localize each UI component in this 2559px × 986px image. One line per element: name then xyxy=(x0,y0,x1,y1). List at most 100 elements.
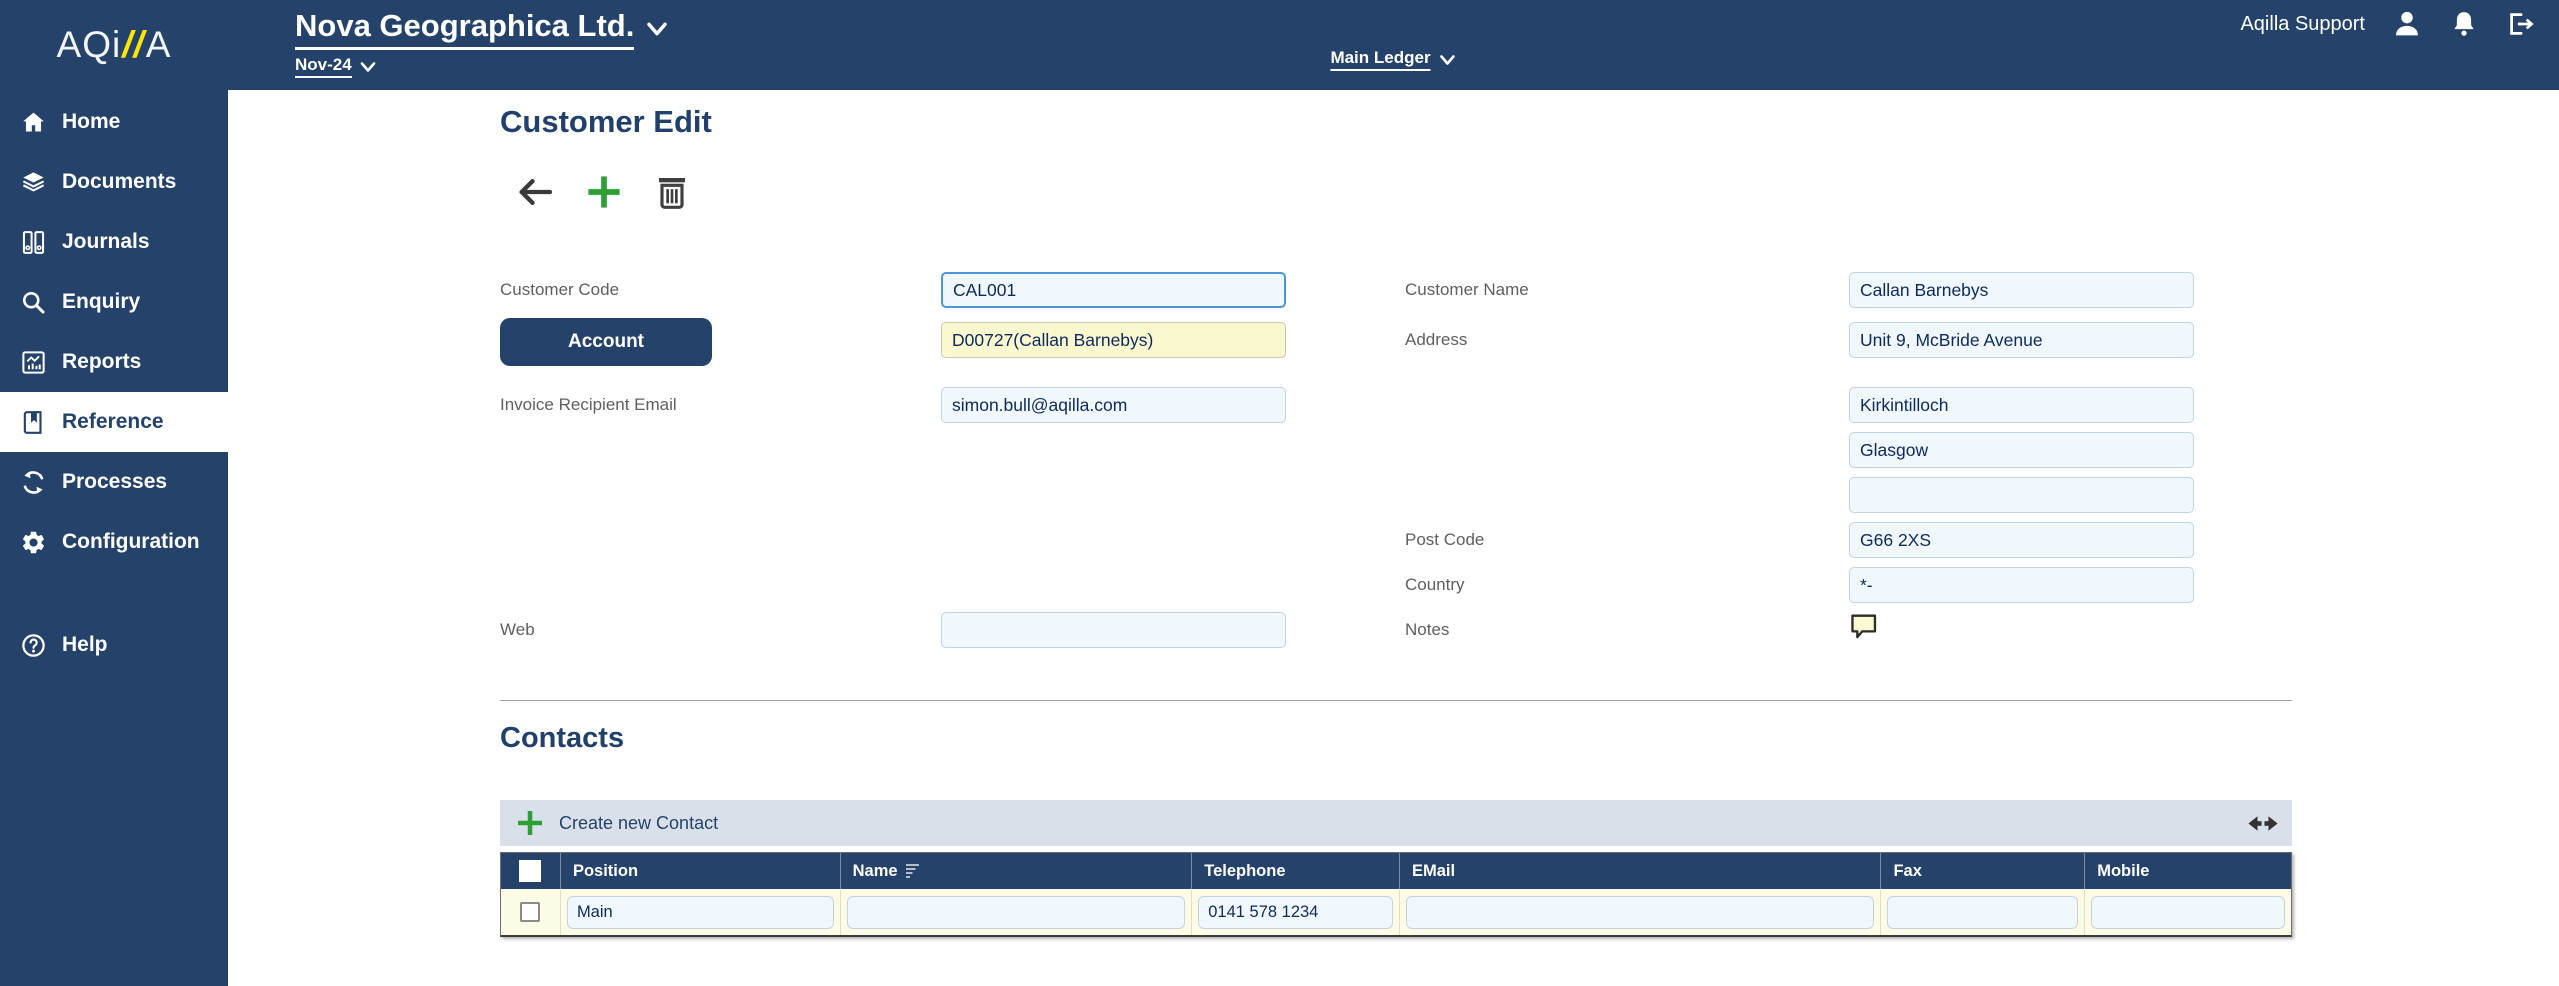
create-contact-button[interactable] xyxy=(514,807,546,839)
notifications-button[interactable] xyxy=(2449,8,2479,40)
sidebar-item-configuration[interactable]: Configuration xyxy=(0,512,228,572)
post-code-label: Post Code xyxy=(1405,522,1484,558)
web-input[interactable] xyxy=(941,612,1286,648)
app-header: AQi//A Nova Geographica Ltd. Nov-24 Main… xyxy=(0,0,2559,90)
account-input[interactable] xyxy=(941,322,1286,358)
sidebar-item-journals[interactable]: Journals xyxy=(0,212,228,272)
row-cell-position xyxy=(561,889,841,935)
row-cell-select xyxy=(501,889,561,935)
arrow-left-icon xyxy=(514,172,556,212)
customer-code-input[interactable] xyxy=(941,272,1286,308)
row-cell-telephone xyxy=(1192,889,1400,935)
company-period-block: Nova Geographica Ltd. Nov-24 xyxy=(295,8,668,78)
plus-icon xyxy=(582,170,626,214)
period-selector[interactable]: Nov-24 xyxy=(295,55,352,78)
sidebar-item-documents[interactable]: Documents xyxy=(0,152,228,212)
logout-button[interactable] xyxy=(2505,9,2537,39)
section-divider xyxy=(500,700,2292,701)
trash-icon xyxy=(652,171,692,213)
address-line1-input[interactable] xyxy=(1849,322,2194,358)
header-cell-email[interactable]: EMail xyxy=(1400,853,1881,889)
back-button[interactable] xyxy=(514,172,556,212)
country-label: Country xyxy=(1405,567,1465,603)
invoice-email-label: Invoice Recipient Email xyxy=(500,387,677,423)
sidebar-item-label: Journals xyxy=(62,230,150,254)
sidebar-item-label: Configuration xyxy=(62,530,200,554)
ledger-label: Main Ledger xyxy=(1330,48,1430,71)
journals-icon xyxy=(20,229,47,256)
delete-record-button[interactable] xyxy=(652,171,692,213)
sidebar-item-reference[interactable]: Reference xyxy=(0,392,228,452)
logout-icon xyxy=(2505,9,2537,39)
logo-text-end: A xyxy=(146,24,172,66)
documents-icon xyxy=(20,169,47,196)
brand-logo[interactable]: AQi//A xyxy=(0,0,228,90)
record-toolbar xyxy=(514,170,692,214)
address-line4-input[interactable] xyxy=(1849,477,2194,513)
notes-label: Notes xyxy=(1405,612,1449,648)
add-record-button[interactable] xyxy=(582,170,626,214)
contact-mobile-input[interactable] xyxy=(2091,896,2285,929)
company-selector[interactable]: Nova Geographica Ltd. xyxy=(295,8,634,50)
row-cell-name xyxy=(841,889,1193,935)
contact-position-input[interactable] xyxy=(567,896,834,929)
notes-button[interactable] xyxy=(1849,612,1879,642)
sidebar-item-label: Help xyxy=(62,633,108,657)
address-line3-input[interactable] xyxy=(1849,432,2194,468)
select-all-checkbox[interactable] xyxy=(519,860,541,882)
sidebar-item-label: Reports xyxy=(62,350,141,374)
logo-text: AQi xyxy=(57,24,122,66)
contacts-table: Position Name Telephone EMail xyxy=(500,852,2292,937)
contact-name-input[interactable] xyxy=(847,896,1186,929)
contact-telephone-input[interactable] xyxy=(1198,896,1393,929)
contact-row xyxy=(501,889,2291,935)
ledger-selector[interactable]: Main Ledger xyxy=(1330,48,1455,71)
sort-icon xyxy=(906,863,921,879)
sidebar-item-label: Enquiry xyxy=(62,290,140,314)
sidebar-item-home[interactable]: Home xyxy=(0,92,228,152)
row-cell-mobile xyxy=(2085,889,2291,935)
person-icon xyxy=(2391,8,2423,40)
main-content: Customer Edit xyxy=(228,90,2559,986)
contact-fax-input[interactable] xyxy=(1887,896,2078,929)
header-cell-fax[interactable]: Fax xyxy=(1881,853,2085,889)
sidebar: Home Documents Journals En xyxy=(0,90,228,986)
post-code-input[interactable] xyxy=(1849,522,2194,558)
header-cell-mobile[interactable]: Mobile xyxy=(2085,853,2291,889)
header-cell-name[interactable]: Name xyxy=(841,853,1193,889)
resize-horizontal-icon xyxy=(2248,815,2278,832)
plus-icon xyxy=(514,807,546,839)
sidebar-item-enquiry[interactable]: Enquiry xyxy=(0,272,228,332)
customer-name-input[interactable] xyxy=(1849,272,2194,308)
app-root: AQi//A Nova Geographica Ltd. Nov-24 Main… xyxy=(0,0,2559,986)
contacts-action-bar: Create new Contact xyxy=(500,800,2292,846)
help-icon xyxy=(20,632,47,659)
create-contact-label[interactable]: Create new Contact xyxy=(559,813,718,834)
user-profile-button[interactable] xyxy=(2391,8,2423,40)
note-bubble-icon xyxy=(1849,612,1879,642)
reports-icon xyxy=(20,349,47,376)
header-cell-telephone[interactable]: Telephone xyxy=(1192,853,1400,889)
sidebar-item-processes[interactable]: Processes xyxy=(0,452,228,512)
reference-icon xyxy=(20,409,47,436)
address-line2-input[interactable] xyxy=(1849,387,2194,423)
account-button[interactable]: Account xyxy=(500,318,712,366)
expand-columns-button[interactable] xyxy=(2248,815,2278,832)
header-cell-position[interactable]: Position xyxy=(561,853,841,889)
chevron-down-icon[interactable] xyxy=(646,21,668,37)
sidebar-item-reports[interactable]: Reports xyxy=(0,332,228,392)
row-cell-fax xyxy=(1881,889,2085,935)
invoice-email-input[interactable] xyxy=(941,387,1286,423)
enquiry-icon xyxy=(20,289,47,316)
row-checkbox[interactable] xyxy=(520,902,540,922)
sidebar-item-help[interactable]: Help xyxy=(0,615,228,675)
country-input[interactable] xyxy=(1849,567,2194,603)
user-name: Aqilla Support xyxy=(2240,13,2365,36)
contact-email-input[interactable] xyxy=(1406,896,1874,929)
row-cell-email xyxy=(1400,889,1881,935)
contacts-table-header: Position Name Telephone EMail xyxy=(501,853,2291,889)
header-cell-select xyxy=(501,853,561,889)
sidebar-item-label: Documents xyxy=(62,170,176,194)
processes-icon xyxy=(20,469,47,496)
chevron-down-icon[interactable] xyxy=(360,61,376,73)
